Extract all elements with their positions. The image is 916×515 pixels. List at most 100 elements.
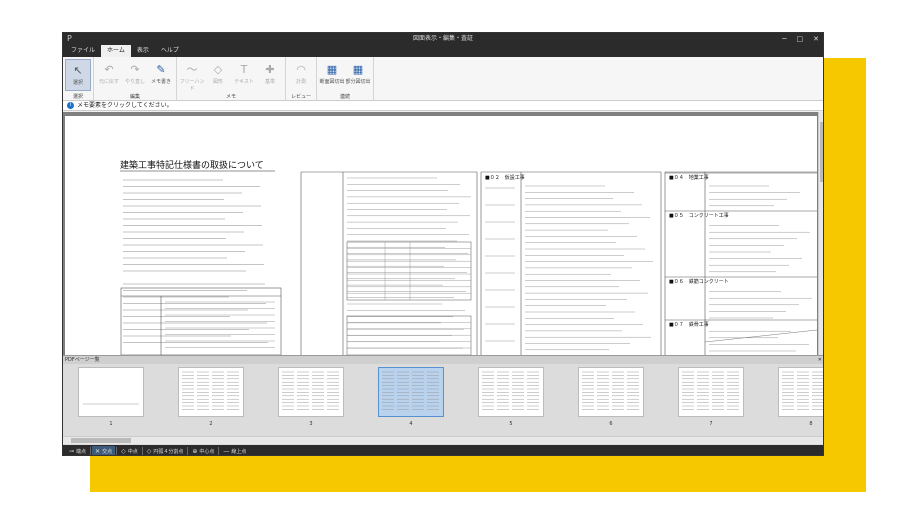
divider [116,447,118,455]
drawing-canvas: 建築工事特記仕様書の取扱について ■０２ 仮設工事 ■０４ 地業工事 ■０５ コンクリ… [120,159,818,355]
divider [187,447,189,455]
page-thumbnail[interactable]: 1 [75,367,147,433]
snap-icon: ⊕ [192,447,198,455]
vertical-scrollbar[interactable] [818,112,823,355]
ribbon-button-label: メモ書き [150,79,171,85]
thumbnail-image [378,367,444,417]
thumbnail-panel-title: PDFページ一覧 [65,357,100,363]
menu-bar: ファイル ホーム 表示 ヘルプ [63,45,823,57]
document-viewer[interactable]: 建築工事特記仕様書の取扱について ■０２ 仮設工事 ■０４ 地業工事 ■０５ コンクリ… [63,112,823,355]
snap-icon: ✕ [95,447,101,455]
memo-write-button[interactable]: ✎ メモ書き [148,59,174,91]
shape-icon: ◇ [213,62,223,76]
divider [90,447,92,455]
snap-icon: ⊸ [69,447,75,455]
ribbon-button-label: 図形 [212,79,223,85]
measure-button[interactable]: ◠ 計測 [288,59,314,91]
redo-button[interactable]: ↷ やり直し [122,59,148,91]
snap-toggle-0[interactable]: ⊸ 端点 [66,446,89,455]
ribbon-button-label: 計測 [295,79,306,85]
page-thumbnail[interactable]: 8 [775,367,823,433]
window-title: 図面表示・編集・査証 [412,35,473,42]
info-bar: i メモ要素をクリックしてください。 [63,101,823,111]
snap-label: 中心点 [199,448,215,455]
thumbnail-strip: 1 2 3 4 5 6 7 8 [63,365,823,435]
freehand-icon: 〜 [186,63,198,76]
snap-toggle-3[interactable]: ◇ 円弧４分割点 [144,446,187,455]
thumbnail-image [778,367,823,417]
undo-button[interactable]: ↶ 元に戻す [96,59,122,91]
snap-icon: — [223,447,230,455]
section-heading: ■０４ 地業工事 [669,174,709,181]
ribbon-group-label: レビュー [290,94,311,100]
info-message: メモ要素をクリックしてください。 [77,101,173,109]
page-thumbnail[interactable]: 2 [175,367,247,433]
thumbnail-image [78,367,144,417]
app-icon: P [67,34,72,43]
horizontal-scrollbar[interactable] [63,436,823,444]
snap-toggle-2[interactable]: ◇ 中点 [118,446,141,455]
page-number: 8 [809,421,813,427]
freehand-button[interactable]: 〜フリーハンド [179,59,205,92]
status-bar: ⊸ 端点 ✕ 交点 ◇ 中点 ◇ 円弧４分割点 ⊕ 中心点 — 線上点 [63,445,823,455]
partial-cut-icon: ▦ [352,62,364,76]
page-thumbnail[interactable]: 6 [575,367,647,433]
ribbon-group-label: 連続 [339,94,350,100]
page-thumbnail[interactable]: 5 [475,367,547,433]
page-number: 3 [309,421,313,427]
ribbon-button-label: 基準 [264,79,275,85]
horizontal-scroll-thumb[interactable] [71,438,131,443]
drawing-line [704,329,818,343]
vertical-scroll-thumb[interactable] [820,122,823,182]
section-heading: ■０２ 仮設工事 [485,174,525,181]
thumbnail-image [478,367,544,417]
stamp-button[interactable]: ✚ 基準 [257,59,283,91]
snap-toggle-5[interactable]: — 線上点 [220,446,249,455]
ribbon-group-label: メモ [225,94,236,100]
ribbon-group-1: ↶ 元に戻す ↷ やり直し ✎ メモ書き 編集 [94,57,177,101]
cursor-icon: ↖ [73,63,83,77]
thumbnail-image [578,367,644,417]
menu-file[interactable]: ファイル [65,45,101,57]
snap-icon: ◇ [121,447,126,455]
page-number: 1 [109,421,113,427]
measure-icon: ◠ [296,62,306,76]
page-number: 4 [409,421,413,427]
snap-label: 線上点 [231,448,247,455]
partial-cut-button[interactable]: ▦ 部分図切出 [345,59,371,91]
shape-button[interactable]: ◇ 図形 [205,59,231,91]
menu-home[interactable]: ホーム [101,45,131,57]
divider [141,447,143,455]
thumbnail-panel-close-icon[interactable]: ✕ [818,356,822,364]
document-page[interactable]: 建築工事特記仕様書の取扱について ■０２ 仮設工事 ■０４ 地業工事 ■０５ コンクリ… [65,116,818,355]
snap-label: 端点 [76,448,87,455]
snap-toggle-4[interactable]: ⊕ 中心点 [189,446,217,455]
text-button[interactable]: T テキスト [231,59,257,91]
menu-view[interactable]: 表示 [131,45,155,57]
memo-write-icon: ✎ [156,62,166,76]
text-icon: T [240,62,248,76]
ribbon-button-label: 部分図切出 [345,79,371,85]
document-title: 建築工事特記仕様書の取扱について [120,159,264,171]
menu-help[interactable]: ヘルプ [155,45,185,57]
ribbon-button-label: テキスト [234,79,254,85]
ribbon-group-3: ◠ 計測レビュー [286,57,317,101]
snap-label: 中点 [127,448,138,455]
ribbon-button-label: やり直し [124,79,145,85]
cursor-button[interactable]: ↖ 選択 [65,59,91,91]
page-thumbnail[interactable]: 7 [675,367,747,433]
close-button[interactable]: ✕ [813,33,819,45]
ribbon: ↖ 選択 選択 ↶ 元に戻す ↷ やり直し ✎ メモ書き 編集〜フリーハンド ◇ 図形 T テキスト ✚ 基準… [63,57,823,101]
minimize-button[interactable]: ─ [782,33,786,45]
stamp-icon: ✚ [265,62,275,76]
redo-icon: ↷ [130,62,140,76]
page-number: 2 [209,421,213,427]
section-cut-button[interactable]: ▦ 断面図切出 [319,59,345,91]
page-thumbnail[interactable]: 4 [375,367,447,433]
ribbon-group-2: 〜フリーハンド ◇ 図形 T テキスト ✚ 基準メモ [177,57,286,101]
ribbon-group-label: 選択 [72,94,83,100]
maximize-button[interactable]: □ [797,33,804,45]
ribbon-button-label: フリーハンド [179,79,205,92]
page-thumbnail[interactable]: 3 [275,367,347,433]
snap-toggle-1[interactable]: ✕ 交点 [92,446,116,455]
